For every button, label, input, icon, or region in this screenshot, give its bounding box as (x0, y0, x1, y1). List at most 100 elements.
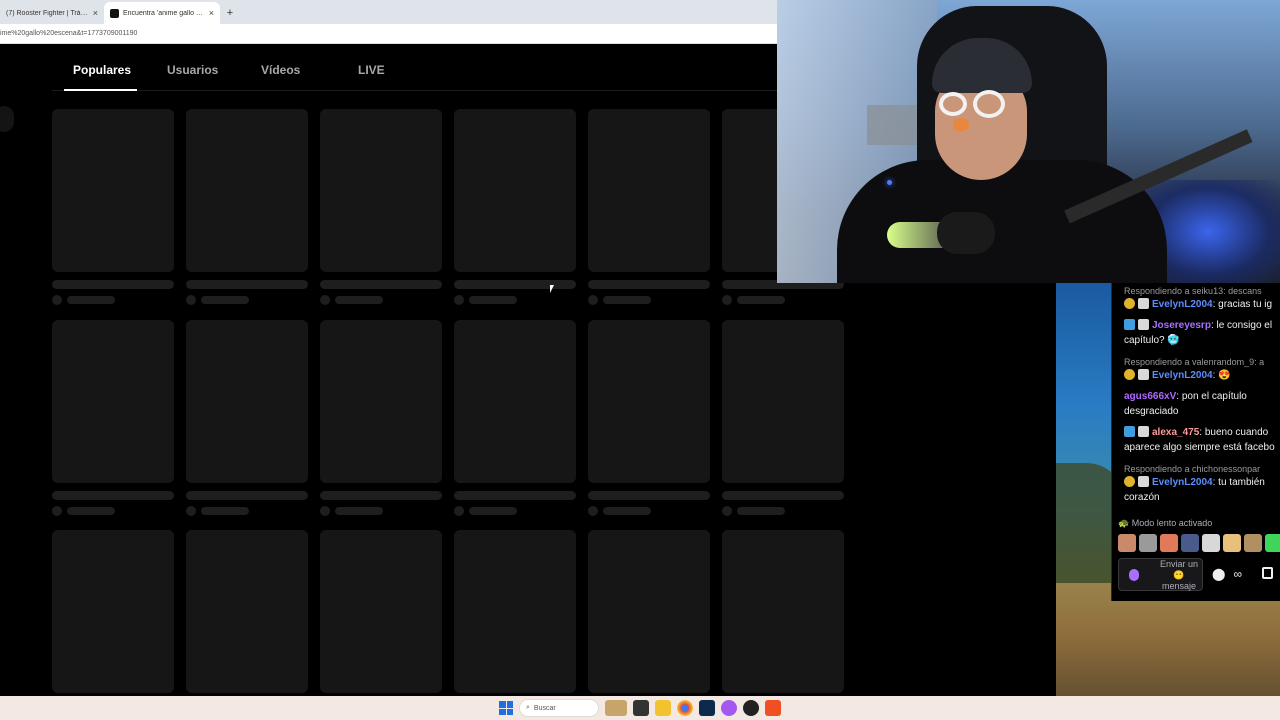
chat-message[interactable]: Josereyesrp: le consigo el (1124, 318, 1280, 333)
name-placeholder (67, 296, 115, 304)
file-explorer-icon[interactable] (655, 700, 671, 716)
video-card-placeholder[interactable] (320, 320, 442, 516)
mic-icon[interactable] (1129, 569, 1139, 581)
chrome-icon[interactable] (677, 700, 693, 716)
brave-icon[interactable] (765, 700, 781, 716)
video-card-placeholder[interactable] (52, 109, 174, 305)
close-icon[interactable]: × (93, 8, 98, 18)
chat-username[interactable]: EvelynL2004 (1152, 477, 1213, 488)
chat-username[interactable]: alexa_475 (1152, 427, 1199, 438)
thumbnail-placeholder (320, 530, 442, 693)
thumbnail-placeholder (186, 530, 308, 693)
obs-icon[interactable] (743, 700, 759, 716)
video-card-placeholder[interactable] (588, 320, 710, 516)
video-card-placeholder[interactable] (186, 530, 308, 693)
video-card-placeholder[interactable] (454, 530, 576, 693)
title-placeholder (186, 280, 308, 289)
chat-input[interactable]: Enviar un 😶 mensaje (1118, 558, 1203, 591)
emote-icon[interactable] (1139, 534, 1157, 552)
chat-username[interactable]: agus666xV (1124, 391, 1176, 402)
video-card-placeholder[interactable] (722, 530, 844, 693)
chat-message[interactable]: EvelynL2004: gracias tu ig (1124, 297, 1280, 312)
thumbnail-placeholder (722, 530, 844, 693)
video-card-placeholder[interactable] (52, 320, 174, 516)
new-tab-button[interactable]: + (220, 2, 240, 24)
chat-message[interactable]: alexa_475: bueno cuando (1124, 425, 1280, 440)
chat-message[interactable]: EvelynL2004: 😍 (1124, 368, 1280, 383)
emote-icon[interactable] (1244, 534, 1262, 552)
avatar-placeholder (722, 295, 732, 305)
name-placeholder (603, 296, 651, 304)
infinity-icon[interactable]: ∞ (1233, 567, 1242, 581)
emote-icon[interactable] (1265, 534, 1280, 552)
meta-placeholder (52, 295, 174, 305)
browser-tab-youtube[interactable]: (7) Rooster Fighter | Tráiler Ofic × (0, 2, 104, 24)
tab-live[interactable]: LIVE (358, 63, 385, 77)
video-card-placeholder[interactable] (454, 109, 576, 305)
browser-tab-bar: (7) Rooster Fighter | Tráiler Ofic × Enc… (0, 0, 777, 24)
bits-icon[interactable]: ⬤ (1212, 567, 1225, 581)
screen: (7) Rooster Fighter | Tráiler Ofic × Enc… (0, 0, 1280, 720)
meta-placeholder (186, 506, 308, 516)
store-icon[interactable] (1262, 567, 1273, 579)
chat-message[interactable]: EvelynL2004: tu también (1124, 475, 1280, 490)
browser-tab-tiktok[interactable]: Encuentra 'anime gallo escena' × (104, 2, 220, 24)
tab-videos[interactable]: Vídeos (261, 63, 300, 77)
thumbnail-placeholder (454, 109, 576, 272)
address-bar[interactable]: ime%20gallo%20escena&t=1773709001190 (0, 24, 777, 44)
avatar-placeholder (722, 506, 732, 516)
chat-username[interactable]: Josereyesrp (1152, 320, 1211, 331)
video-card-placeholder[interactable] (588, 109, 710, 305)
emote-icon[interactable] (1202, 534, 1220, 552)
meta-placeholder (588, 295, 710, 305)
name-placeholder (603, 507, 651, 515)
avatar-placeholder (588, 295, 598, 305)
chat-reply-header: Respondiendo a valenrandom_9: a (1124, 357, 1265, 367)
microphone (937, 212, 995, 254)
avatar-placeholder (454, 506, 464, 516)
photoshop-icon[interactable] (699, 700, 715, 716)
taskbar-search[interactable]: ⌕ Buscar (519, 699, 599, 717)
emote-icon[interactable] (1118, 534, 1136, 552)
video-card-placeholder[interactable] (52, 530, 174, 693)
widgets-icon[interactable] (605, 700, 627, 716)
close-icon[interactable]: × (209, 8, 214, 18)
start-icon[interactable] (499, 701, 513, 715)
chat-username[interactable]: EvelynL2004 (1152, 299, 1213, 310)
thumbnail-placeholder (588, 320, 710, 483)
title-placeholder (320, 280, 442, 289)
messenger-icon[interactable] (721, 700, 737, 716)
video-card-placeholder[interactable] (320, 109, 442, 305)
video-card-placeholder[interactable] (320, 530, 442, 693)
chat-input-placeholder: Enviar un 😶 mensaje (1159, 559, 1199, 591)
title-placeholder (588, 280, 710, 289)
chat-text-continued: capítulo? 🥶 (1124, 335, 1180, 346)
thumbnail-placeholder (52, 530, 174, 693)
subscriber-badge-icon (1124, 369, 1135, 380)
emote-icon[interactable] (1160, 534, 1178, 552)
emote-icon[interactable] (1181, 534, 1199, 552)
video-card-placeholder[interactable] (722, 320, 844, 516)
thumbnail-placeholder (588, 530, 710, 693)
meta-placeholder (454, 506, 576, 516)
chat-username[interactable]: EvelynL2004 (1152, 370, 1213, 381)
meta-placeholder (52, 506, 174, 516)
video-card-placeholder[interactable] (186, 320, 308, 516)
emote-icon[interactable] (1223, 534, 1241, 552)
subscriber-badge-icon (1124, 298, 1135, 309)
video-card-placeholder[interactable] (454, 320, 576, 516)
slow-mode-label: Modo lento activado (1131, 518, 1213, 528)
thumbnail-placeholder (320, 320, 442, 483)
task-view-icon[interactable] (633, 700, 649, 716)
name-placeholder (737, 507, 785, 515)
active-tab-indicator (64, 89, 137, 91)
video-card-placeholder[interactable] (186, 109, 308, 305)
emote-badge-icon (1138, 476, 1149, 487)
chat-message[interactable]: agus666xV: pon el capítulo (1124, 389, 1280, 404)
video-card-placeholder[interactable] (588, 530, 710, 693)
side-nav-button[interactable] (0, 106, 14, 132)
tab-usuarios[interactable]: Usuarios (167, 63, 218, 77)
tab-populares[interactable]: Populares (73, 63, 131, 77)
url-text: ime%20gallo%20escena&t=1773709001190 (0, 30, 138, 37)
avatar-placeholder (52, 506, 62, 516)
